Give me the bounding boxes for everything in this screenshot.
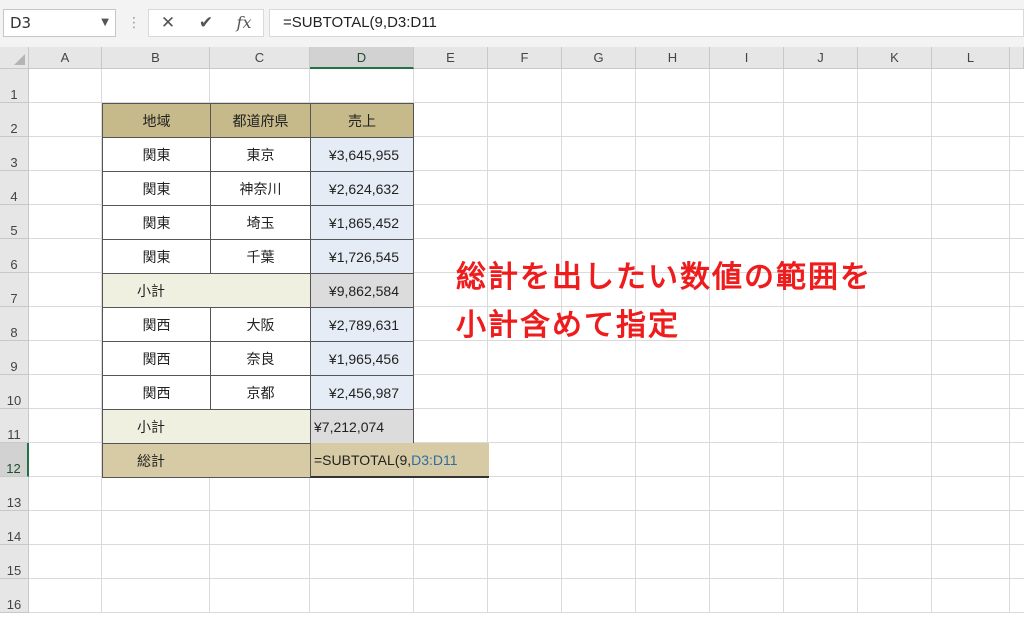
select-all-button[interactable]	[0, 47, 29, 69]
cell-prefecture[interactable]: 神奈川	[210, 171, 311, 206]
subtotal-sales[interactable]: ¥9,862,584	[310, 273, 414, 308]
row-header-12[interactable]: 12	[0, 443, 29, 477]
column-header-i[interactable]: I	[710, 47, 784, 69]
cell-region[interactable]: 関東	[102, 171, 211, 206]
column-header-j[interactable]: J	[784, 47, 858, 69]
column-header-partial[interactable]	[1010, 47, 1024, 69]
cell-sales[interactable]: ¥2,624,632	[310, 171, 414, 206]
row-header-16[interactable]: 16	[0, 579, 29, 613]
column-header-f[interactable]: F	[488, 47, 562, 69]
column-header-c[interactable]: C	[210, 47, 310, 69]
subtotal-sales[interactable]: ¥7,212,074	[310, 409, 414, 444]
row-header-13[interactable]: 13	[0, 477, 29, 511]
row-header-10[interactable]: 10	[0, 375, 29, 409]
name-box[interactable]: D3 ▼	[3, 9, 116, 37]
column-header-k[interactable]: K	[858, 47, 932, 69]
gridline-horizontal	[29, 612, 1024, 613]
column-header-l[interactable]: L	[932, 47, 1010, 69]
annotation-line-1: 総計を出したい数値の範囲を	[456, 260, 872, 295]
gridline-horizontal	[29, 578, 1024, 579]
more-options-icon[interactable]: ⋮	[127, 14, 141, 32]
header-region[interactable]: 地域	[102, 103, 211, 138]
cell-region[interactable]: 関東	[102, 205, 211, 240]
column-header-b[interactable]: B	[102, 47, 210, 69]
gridline-horizontal	[29, 510, 1024, 511]
row-header-4[interactable]: 4	[0, 171, 29, 205]
annotation-line-2: 小計含めて指定	[456, 308, 680, 343]
cell-prefecture[interactable]: 千葉	[210, 239, 311, 274]
subtotal-label[interactable]: 小計	[102, 273, 311, 308]
select-all-triangle-icon	[14, 54, 25, 65]
cell-sales[interactable]: ¥1,726,545	[310, 239, 414, 274]
row-header-1[interactable]: 1	[0, 69, 29, 103]
gridline-horizontal	[29, 544, 1024, 545]
cell-sales[interactable]: ¥1,965,456	[310, 341, 414, 376]
column-header-h[interactable]: H	[636, 47, 710, 69]
formula-prefix: =SUBTOTAL(9,	[314, 451, 412, 468]
row-header-5[interactable]: 5	[0, 205, 29, 239]
cell-region[interactable]: 関東	[102, 137, 211, 172]
chevron-down-icon[interactable]: ▼	[101, 10, 109, 36]
column-header-g[interactable]: G	[562, 47, 636, 69]
subtotal-label[interactable]: 小計	[102, 409, 311, 444]
row-header-11[interactable]: 11	[0, 409, 29, 443]
row-header-6[interactable]: 6	[0, 239, 29, 273]
cancel-icon[interactable]: ✕	[153, 10, 183, 36]
cell-prefecture[interactable]: 埼玉	[210, 205, 311, 240]
cell-prefecture[interactable]: 京都	[210, 375, 311, 410]
cell-sales[interactable]: ¥1,865,452	[310, 205, 414, 240]
name-box-value: D3	[10, 14, 32, 32]
total-label[interactable]: 総計	[102, 443, 311, 478]
formula-input[interactable]: =SUBTOTAL(9,D3:D11	[269, 9, 1024, 37]
column-header-a[interactable]: A	[29, 47, 102, 69]
formula-range-ref: D3:D11	[411, 451, 458, 468]
cell-region[interactable]: 関西	[102, 307, 211, 342]
cell-sales[interactable]: ¥3,645,955	[310, 137, 414, 172]
cell-region[interactable]: 関西	[102, 375, 211, 410]
header-prefecture[interactable]: 都道府県	[210, 103, 311, 138]
column-header-d[interactable]: D	[310, 47, 414, 69]
row-header-3[interactable]: 3	[0, 137, 29, 171]
row-header-8[interactable]: 8	[0, 307, 29, 341]
row-header-9[interactable]: 9	[0, 341, 29, 375]
cell-region[interactable]: 関西	[102, 341, 211, 376]
formula-buttons: ✕ ✔ fx	[148, 9, 264, 37]
row-header-2[interactable]: 2	[0, 103, 29, 137]
cell-sales[interactable]: ¥2,789,631	[310, 307, 414, 342]
cell-prefecture[interactable]: 大阪	[210, 307, 311, 342]
enter-icon[interactable]: ✔	[191, 10, 221, 36]
cell-sales[interactable]: ¥2,456,987	[310, 375, 414, 410]
column-header-e[interactable]: E	[414, 47, 488, 69]
insert-function-icon[interactable]: fx	[229, 10, 259, 36]
total-formula-cell[interactable]: =SUBTOTAL(9, D3:D11	[310, 443, 489, 478]
cell-prefecture[interactable]: 東京	[210, 137, 311, 172]
formula-bar: D3 ▼ ⋮ ✕ ✔ fx =SUBTOTAL(9,D3:D11	[0, 0, 1024, 48]
cell-prefecture[interactable]: 奈良	[210, 341, 311, 376]
row-header-7[interactable]: 7	[0, 273, 29, 307]
row-header-15[interactable]: 15	[0, 545, 29, 579]
cell-region[interactable]: 関東	[102, 239, 211, 274]
row-header-14[interactable]: 14	[0, 511, 29, 545]
header-sales[interactable]: 売上	[310, 103, 414, 138]
